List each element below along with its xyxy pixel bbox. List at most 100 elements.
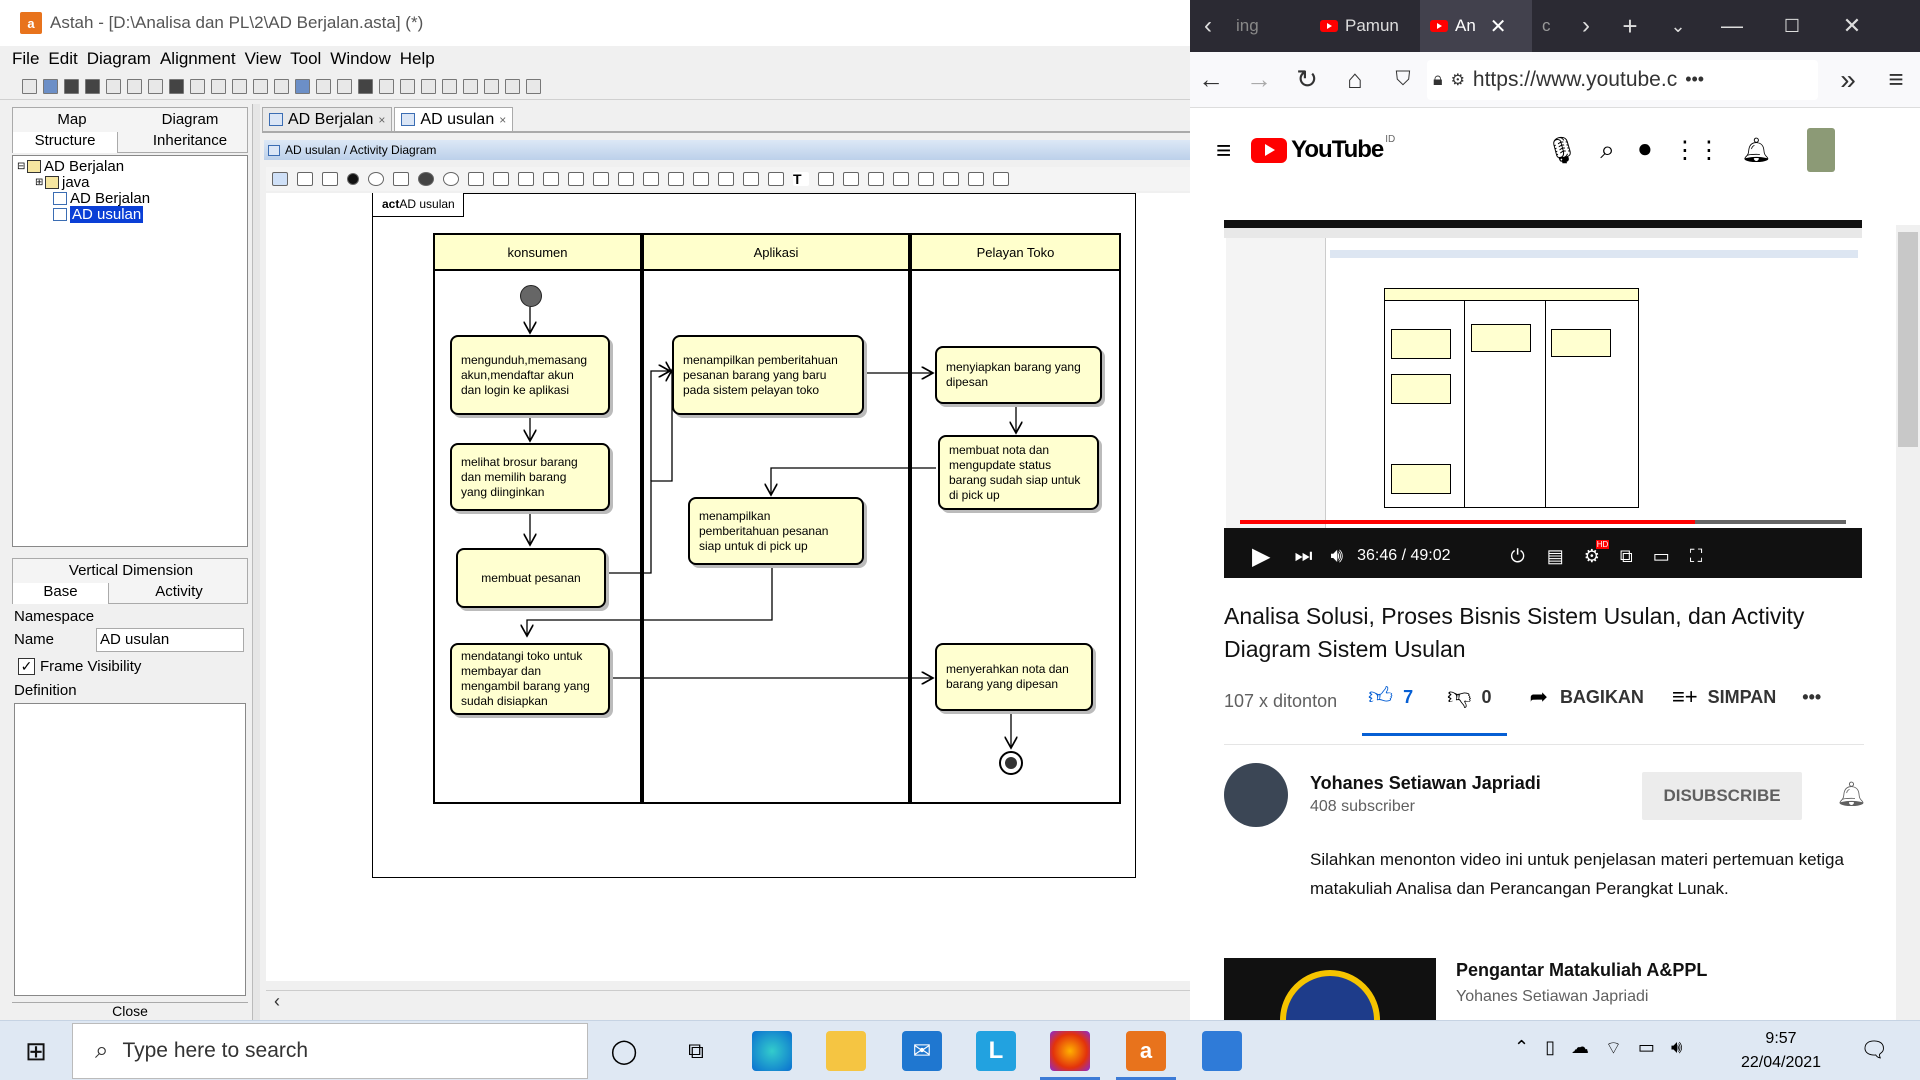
final-node[interactable] [999,751,1023,775]
mail-icon[interactable]: ✉ [902,1031,942,1071]
url-bar[interactable]: 🔒︎ ⚙ https://www.youtube.c ••• [1427,59,1818,100]
delete-icon[interactable] [169,79,184,94]
tab-ad-berjalan[interactable]: AD Berjalan × [262,107,393,131]
browser-tab-2[interactable]: Pamun [1310,0,1420,52]
flow-final-icon[interactable] [443,172,459,186]
activity-c3[interactable]: menyerahkan nota dan barang yang dipesan [935,643,1093,711]
notification-center-icon[interactable]: 🗨︎ [1860,1037,1888,1063]
forward-icon[interactable] [337,79,352,94]
activity-b2[interactable]: menampilkan pemberitahuan pesanan siap u… [688,497,864,565]
final-node-icon[interactable] [418,172,434,186]
hamburger-menu-icon[interactable]: ≡ [1216,135,1231,166]
activity-a4[interactable]: mendatangi toko untuk membayar dan menga… [450,643,610,715]
autoplay-toggle-icon[interactable]: ⏻ [1511,546,1525,567]
send-signal-icon[interactable] [468,172,484,186]
video-player[interactable]: ▶ ⏭︎ 🔊︎ 36:46 / 49:02 ⏻ ▤ ⚙ HD ⧉ ▭ ⛶ [1224,220,1862,578]
snap-icon[interactable] [968,172,984,186]
photos-icon[interactable] [1202,1031,1242,1071]
join-icon[interactable] [618,172,634,186]
page-actions-icon[interactable]: ••• [1685,69,1704,90]
l-app-icon[interactable]: L [976,1031,1016,1071]
page-scrollbar-thumb[interactable] [1898,232,1918,447]
expand-icon[interactable]: ⊞ [35,177,45,188]
panel-splitter[interactable] [252,104,260,1020]
menu-alignment[interactable]: Alignment [160,49,236,69]
name-field[interactable]: AD usulan [96,628,244,652]
notification-bell-icon[interactable]: 🔔︎ [1836,780,1866,809]
accept-event-icon[interactable] [493,172,509,186]
battery-icon[interactable]: ▭ [1638,1037,1655,1060]
menu-diagram[interactable]: Diagram [87,49,151,69]
tab-activity[interactable]: Activity [109,583,249,600]
cut-icon[interactable] [106,79,121,94]
object-node-icon[interactable] [393,172,409,186]
minimize-icon[interactable]: — [1702,0,1762,52]
cortana-icon[interactable]: ◯ [604,1031,644,1071]
activity-a1[interactable]: mengunduh,memasang akun,mendaftar akun d… [450,335,610,415]
tab-scroll-left-icon[interactable]: ‹ [1190,0,1226,52]
back-icon[interactable] [316,79,331,94]
align-icon[interactable] [379,79,394,94]
pin-icon[interactable] [693,172,709,186]
partition-tool-icon[interactable] [297,172,313,186]
copy-icon[interactable] [127,79,142,94]
grid-icon[interactable] [918,172,934,186]
layout-icon[interactable] [358,79,373,94]
menu-view[interactable]: View [245,49,282,69]
tree-item-ad-usulan[interactable]: AD usulan [53,205,144,223]
new-file-icon[interactable] [22,79,37,94]
tab-structure[interactable]: Structure [13,132,118,153]
activity-a3[interactable]: membuat pesanan [456,548,606,608]
decision-icon[interactable] [568,172,584,186]
like-icon[interactable]: 👍︎ [1368,683,1393,711]
reload-icon[interactable]: ↻ [1294,64,1320,95]
play-icon[interactable]: ▶ [1252,542,1270,571]
app-menu-icon[interactable]: ≡ [1883,64,1909,95]
distribute-icon[interactable] [400,79,415,94]
youtube-logo-icon[interactable] [1251,137,1288,163]
initial-node[interactable] [520,285,542,307]
tab-scroll-right-icon[interactable]: › [1566,0,1606,52]
undo-icon[interactable] [190,79,205,94]
tree-layout-icon[interactable] [505,79,520,94]
tree-item-ad-berjalan[interactable]: AD Berjalan [53,190,150,207]
scroll-left-icon[interactable]: ‹ [274,991,280,1012]
tree-item-project[interactable]: ⊟ AD Berjalan [17,158,124,175]
onedrive-cloud-icon[interactable]: ☁ [1571,1037,1589,1060]
tray-chevron-icon[interactable]: ⌃ [1514,1037,1529,1060]
browser-tab-1[interactable]: ing [1226,0,1310,52]
definition-textarea[interactable] [14,703,246,996]
fullscreen-icon[interactable]: ⛶ [1690,546,1703,567]
redo-icon[interactable] [211,79,226,94]
menu-file[interactable]: File [12,49,39,69]
text-tool-icon[interactable]: T [793,172,809,186]
palette-settings-icon[interactable] [993,172,1009,186]
search-icon[interactable]: ⌕ [1600,134,1615,166]
tab-map[interactable]: Map [13,111,131,128]
forward-arrow-icon[interactable]: → [1246,64,1272,95]
new-tab-icon[interactable]: + [1606,0,1654,52]
print-icon[interactable] [85,79,100,94]
windows-start-icon[interactable]: ⊞ [16,1031,56,1071]
open-file-icon[interactable] [43,79,58,94]
create-video-icon[interactable]: ⏺︎ [1639,136,1651,164]
action-tool-icon[interactable] [368,172,384,186]
task-view-icon[interactable]: ⧉ [676,1031,716,1071]
save-icon[interactable] [64,79,79,94]
close-tab-icon[interactable]: × [499,113,506,127]
firefox-icon[interactable] [1050,1031,1090,1071]
image-tool-icon[interactable] [868,172,884,186]
more-actions-icon[interactable]: ••• [1802,687,1821,708]
time-event-icon[interactable] [518,172,534,186]
menu-help[interactable]: Help [400,49,435,69]
theater-mode-icon[interactable]: ▭ [1653,546,1670,567]
back-arrow-icon[interactable]: ← [1198,64,1224,95]
menu-window[interactable]: Window [330,49,390,69]
settings-gear-icon[interactable]: ⚙ HD [1584,539,1610,567]
arrange-icon[interactable] [421,79,436,94]
tab-inheritance[interactable]: Inheritance [131,132,249,149]
frame-tool-icon[interactable] [768,172,784,186]
zoom-out-icon[interactable] [274,79,289,94]
wifi-icon[interactable]: ⌔ [1605,1037,1622,1060]
menu-edit[interactable]: Edit [48,49,77,69]
